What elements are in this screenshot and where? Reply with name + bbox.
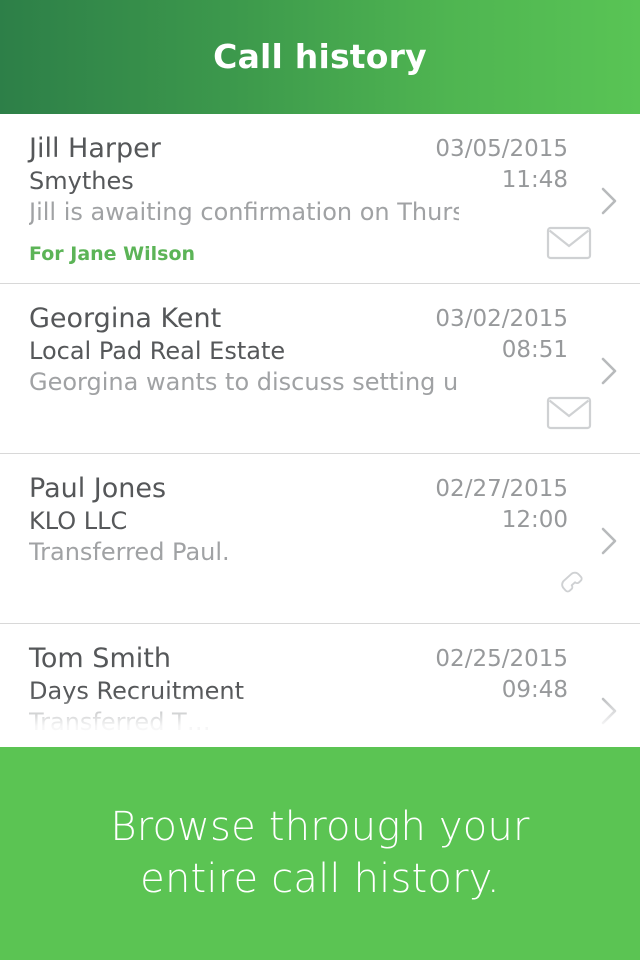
call-date: 03/02/2015	[435, 306, 568, 332]
call-time: 11:48	[501, 166, 568, 193]
chevron-right-icon[interactable]	[596, 184, 622, 218]
envelope-icon	[546, 225, 592, 261]
caller-company: Days Recruitment	[29, 677, 245, 706]
chevron-right-icon[interactable]	[596, 524, 622, 558]
call-list-item[interactable]: Jill Harper Smythes Jill is awaiting con…	[0, 114, 640, 284]
call-preview-text: Jill is awaiting confirmation on Thursda…	[29, 198, 459, 227]
caller-company: Local Pad Real Estate	[29, 337, 286, 366]
call-item-text-block: Paul Jones KLO LLC Transferred Paul.	[29, 472, 459, 569]
call-recipient-tag: For Jane Wilson	[29, 243, 196, 265]
envelope-icon	[546, 395, 592, 431]
promo-banner: Browse through your entire call history.	[0, 747, 640, 960]
call-preview-text: Transferred Paul.	[29, 538, 230, 567]
call-timestamp: 03/02/2015 08:51	[435, 304, 568, 365]
chevron-right-icon[interactable]	[596, 694, 622, 728]
caller-name: Jill Harper	[29, 133, 161, 164]
call-timestamp: 02/27/2015 12:00	[435, 474, 568, 535]
call-item-text-block: Tom Smith Days Recruitment Transferred T…	[29, 642, 459, 739]
promo-line-1: Browse through your	[110, 804, 530, 851]
call-preview-text: Transferred T…	[29, 708, 211, 737]
promo-banner-text: Browse through your entire call history.	[70, 802, 569, 904]
call-time: 12:00	[501, 506, 568, 533]
caller-name: Paul Jones	[29, 473, 167, 504]
call-timestamp: 03/05/2015 11:48	[435, 134, 568, 195]
call-date: 02/25/2015	[435, 646, 568, 672]
call-date: 02/27/2015	[435, 476, 568, 502]
call-item-text-block: Jill Harper Smythes Jill is awaiting con…	[29, 132, 459, 229]
call-timestamp: 02/25/2015 09:48	[435, 644, 568, 705]
call-time: 08:51	[501, 336, 568, 363]
call-preview-text: Georgina wants to discuss setting up a t…	[29, 368, 459, 397]
caller-name: Tom Smith	[29, 643, 171, 674]
caller-name: Georgina Kent	[29, 303, 222, 334]
app-header: Call history	[0, 0, 640, 114]
call-time: 09:48	[501, 676, 568, 703]
promo-line-2: entire call history.	[140, 855, 500, 902]
call-list-item[interactable]: Georgina Kent Local Pad Real Estate Geor…	[0, 284, 640, 454]
phone-icon	[546, 569, 592, 605]
caller-company: Smythes	[29, 167, 134, 196]
call-list-item[interactable]: Paul Jones KLO LLC Transferred Paul. 02/…	[0, 454, 640, 624]
caller-company: KLO LLC	[29, 507, 128, 536]
page-title: Call history	[213, 36, 427, 76]
call-date: 03/05/2015	[435, 136, 568, 162]
chevron-right-icon[interactable]	[596, 354, 622, 388]
call-item-text-block: Georgina Kent Local Pad Real Estate Geor…	[29, 302, 459, 399]
